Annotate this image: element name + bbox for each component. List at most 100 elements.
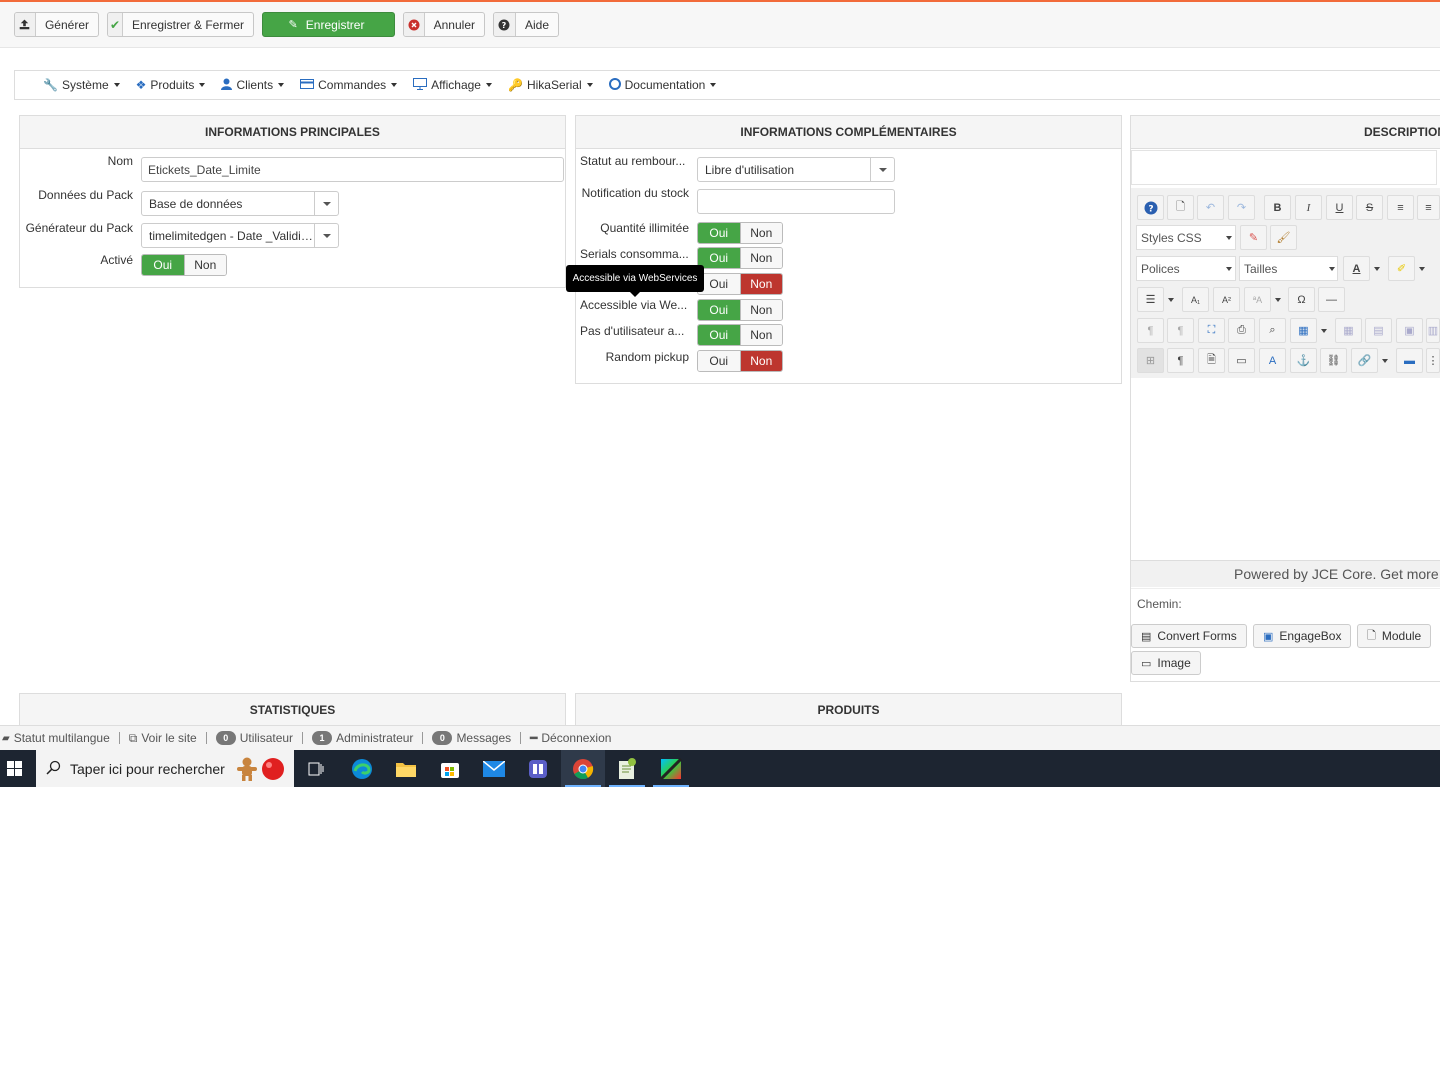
- random-pickup-toggle[interactable]: Oui Non: [697, 350, 783, 372]
- unlimited-quantity-toggle[interactable]: Oui Non: [697, 222, 783, 244]
- list-icon[interactable]: ☰: [1137, 287, 1164, 312]
- consumable-no[interactable]: Non: [740, 248, 782, 268]
- help-button[interactable]: ? Aide: [493, 12, 559, 37]
- print-icon[interactable]: ⎙: [1228, 318, 1255, 343]
- stock-notification-input[interactable]: [697, 189, 895, 214]
- align-justify-icon[interactable]: ≡: [1387, 195, 1414, 220]
- convert-forms-button[interactable]: ▤ Convert Forms: [1131, 624, 1247, 648]
- table-delete-icon[interactable]: ▦: [1335, 318, 1362, 343]
- italic-icon[interactable]: I: [1295, 195, 1322, 220]
- more-tools-icon[interactable]: ⋮: [1426, 348, 1440, 373]
- active-no[interactable]: Non: [184, 255, 226, 275]
- windows-start-icon[interactable]: [0, 750, 34, 787]
- active-yes[interactable]: Oui: [142, 255, 185, 275]
- menu-products[interactable]: ❖ Produits: [136, 78, 206, 92]
- mail-icon[interactable]: [472, 750, 516, 787]
- table-icon[interactable]: ▦: [1290, 318, 1317, 343]
- subscript-icon[interactable]: A₁: [1182, 287, 1209, 312]
- paint-brush-icon[interactable]: 🖌: [1270, 225, 1297, 250]
- image-manager-icon[interactable]: ▭: [1228, 348, 1255, 373]
- generate-button[interactable]: Générer: [14, 12, 99, 37]
- show-blocks-icon[interactable]: ¶: [1167, 348, 1194, 373]
- css-styles-select[interactable]: Styles CSS: [1136, 225, 1236, 250]
- new-document-icon[interactable]: 🗋: [1167, 195, 1194, 220]
- menu-documentation[interactable]: Documentation: [608, 77, 717, 93]
- table-row-icon[interactable]: ▤: [1365, 318, 1392, 343]
- chrome-icon[interactable]: [561, 750, 605, 787]
- pack-data-select[interactable]: Base de données: [141, 191, 339, 216]
- anchor-icon[interactable]: ⚓: [1290, 348, 1317, 373]
- editor-content-area[interactable]: [1131, 378, 1440, 559]
- media-icon[interactable]: ▬: [1396, 348, 1423, 373]
- consumable-serials-toggle[interactable]: Oui Non: [697, 247, 783, 269]
- search-replace-icon[interactable]: ⌕: [1259, 318, 1286, 343]
- no-user-toggle[interactable]: Oui Non: [697, 324, 783, 346]
- store-icon[interactable]: [428, 750, 472, 787]
- webservices-toggle[interactable]: Oui Non: [697, 299, 783, 321]
- special-char-icon[interactable]: Ω: [1288, 287, 1315, 312]
- menu-clients[interactable]: Clients: [221, 78, 285, 93]
- file-explorer-icon[interactable]: [384, 750, 428, 787]
- image-button[interactable]: ▭ Image: [1131, 651, 1201, 675]
- horizontal-rule-icon[interactable]: —: [1318, 287, 1345, 312]
- admins-link[interactable]: 1 Administrateur: [312, 731, 413, 745]
- menu-hikaserial[interactable]: 🔑 HikaSerial: [508, 78, 593, 92]
- unlink-icon[interactable]: ⛓: [1320, 348, 1347, 373]
- multilang-status[interactable]: ▰ Statut multilangue: [2, 731, 110, 745]
- align-center-icon[interactable]: ≡: [1417, 195, 1440, 220]
- bold-icon[interactable]: B: [1264, 195, 1291, 220]
- table-cell-icon[interactable]: ▣: [1396, 318, 1423, 343]
- strikethrough-icon[interactable]: S: [1356, 195, 1383, 220]
- visual-aid-icon[interactable]: ⊞: [1137, 348, 1164, 373]
- superscript-icon[interactable]: A²: [1213, 287, 1240, 312]
- source-code-icon[interactable]: 🗎: [1198, 348, 1225, 373]
- logout-link[interactable]: ━ Déconnexion: [530, 731, 611, 745]
- editor-title-field[interactable]: [1131, 150, 1437, 185]
- users-link[interactable]: 0 Utilisateur: [215, 731, 293, 745]
- fullscreen-icon[interactable]: ⛶: [1198, 318, 1225, 343]
- fonts-select[interactable]: Polices: [1136, 256, 1236, 281]
- no-user-no[interactable]: Non: [740, 325, 782, 345]
- active-toggle[interactable]: Oui Non: [141, 254, 227, 276]
- pack-generator-select[interactable]: timelimitedgen - Date _Validit...: [141, 223, 339, 248]
- random-no[interactable]: Non: [740, 351, 782, 371]
- hidden-row-no[interactable]: Non: [740, 274, 782, 294]
- text-color-icon[interactable]: A: [1343, 256, 1370, 281]
- module-button[interactable]: 🗋 Module: [1357, 624, 1432, 648]
- random-yes[interactable]: Oui: [698, 351, 741, 371]
- menu-system[interactable]: 🔧 Système: [43, 78, 120, 92]
- consumable-yes[interactable]: Oui: [698, 248, 741, 268]
- unlimited-yes[interactable]: Oui: [698, 223, 741, 243]
- refund-status-select[interactable]: Libre d'utilisation: [697, 157, 895, 182]
- webservices-no[interactable]: Non: [740, 300, 782, 320]
- edge-browser-icon[interactable]: [340, 750, 384, 787]
- taskbar-search-box[interactable]: Taper ici pour rechercher: [36, 750, 294, 787]
- hidden-row-yes[interactable]: Oui: [698, 274, 741, 294]
- hidden-row-toggle[interactable]: Oui Non: [697, 273, 783, 295]
- menu-orders[interactable]: Commandes: [300, 78, 398, 92]
- sizes-select[interactable]: Tailles: [1239, 256, 1338, 281]
- redo-icon[interactable]: ↷: [1228, 195, 1255, 220]
- notepad-plus-icon[interactable]: [605, 750, 649, 787]
- webservices-yes[interactable]: Oui: [698, 300, 741, 320]
- highlight-icon[interactable]: ✐: [1388, 256, 1415, 281]
- no-user-yes[interactable]: Oui: [698, 325, 741, 345]
- table-merge-icon[interactable]: ▥: [1426, 318, 1440, 343]
- engagebox-button[interactable]: ▣ EngageBox: [1253, 624, 1352, 648]
- help-icon[interactable]: ?: [1137, 195, 1164, 220]
- undo-icon[interactable]: ↶: [1197, 195, 1224, 220]
- unlimited-no[interactable]: Non: [740, 223, 782, 243]
- name-input[interactable]: Etickets_Date_Limite: [141, 157, 564, 182]
- style-icon[interactable]: A: [1259, 348, 1286, 373]
- underline-icon[interactable]: U: [1326, 195, 1353, 220]
- paragraph-ltr-icon[interactable]: ¶: [1137, 318, 1164, 343]
- link-icon[interactable]: 🔗: [1351, 348, 1378, 373]
- cancel-button[interactable]: Annuler: [403, 12, 485, 37]
- menu-display[interactable]: Affichage: [413, 77, 492, 93]
- save-button[interactable]: ✎ Enregistrer: [262, 12, 395, 37]
- view-site-link[interactable]: ⧉ Voir le site: [129, 731, 197, 746]
- save-close-button[interactable]: ✔ Enregistrer & Fermer: [107, 12, 254, 37]
- eraser-icon[interactable]: ✎: [1240, 225, 1267, 250]
- color-app-icon[interactable]: [649, 750, 693, 787]
- paragraph-rtl-icon[interactable]: ¶: [1167, 318, 1194, 343]
